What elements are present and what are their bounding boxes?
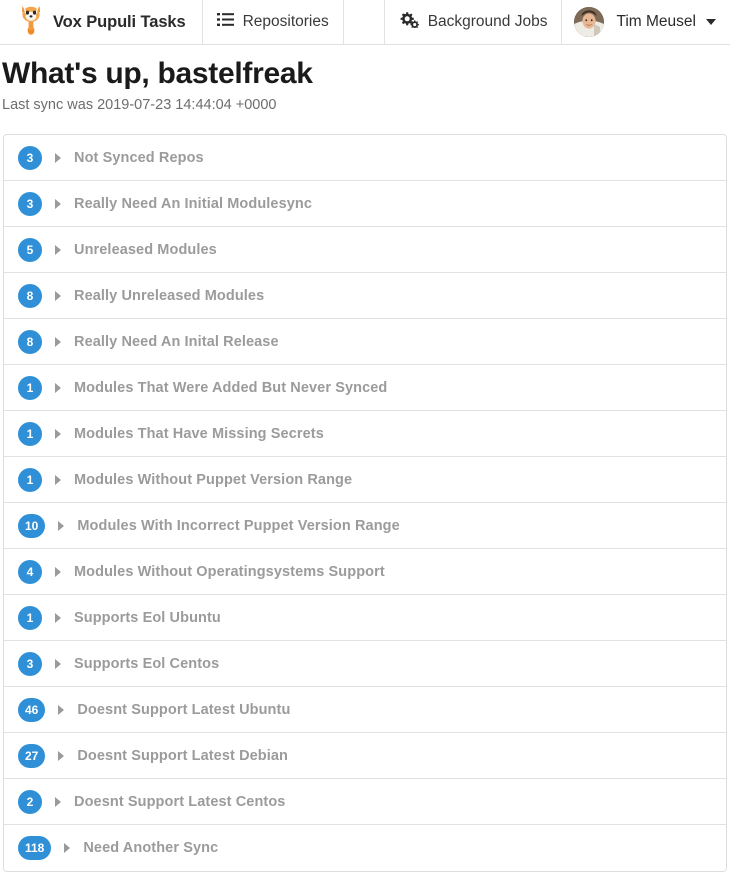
task-label: Modules That Have Missing Secrets (74, 425, 324, 442)
caret-right-icon[interactable] (55, 658, 61, 669)
page-header: What's up, bastelfreak Last sync was 201… (0, 45, 730, 115)
task-label: Really Unreleased Modules (74, 287, 265, 304)
navbar-spacer (344, 0, 385, 44)
count-badge: 27 (18, 743, 46, 768)
task-label: Doesnt Support Latest Ubuntu (77, 701, 291, 718)
task-list: 3 Not Synced Repos 3 Really Need An Initial… (3, 134, 727, 872)
task-row[interactable]: 1 Modules That Have Missing Secrets (4, 411, 726, 457)
task-row[interactable]: 2 Doesnt Support Latest Centos (4, 779, 726, 825)
task-row[interactable]: 3 Not Synced Repos (4, 135, 726, 181)
user-name-label: Tim Meusel (616, 13, 696, 30)
count-badge: 8 (18, 283, 42, 308)
top-navbar: Vox Pupuli Tasks Repositories Background… (0, 0, 730, 45)
task-row[interactable]: 118 Need Another Sync (4, 825, 726, 871)
count-badge: 4 (18, 559, 42, 584)
task-row[interactable]: 8 Really Unreleased Modules (4, 273, 726, 319)
caret-right-icon[interactable] (55, 566, 61, 577)
caret-right-icon[interactable] (55, 336, 61, 347)
nav-item-repositories-label: Repositories (242, 13, 329, 30)
count-badge: 8 (18, 329, 42, 354)
page-title: What's up, bastelfreak (2, 57, 313, 90)
caret-right-icon[interactable] (55, 796, 61, 807)
task-label: Supports Eol Ubuntu (74, 609, 221, 626)
task-row[interactable]: 3 Really Need An Initial Modulesync (4, 181, 726, 227)
list-icon (216, 12, 234, 32)
task-row[interactable]: 10 Modules With Incorrect Puppet Version … (4, 503, 726, 549)
brand-label: Vox Pupuli Tasks (53, 12, 186, 31)
cogs-icon (399, 11, 419, 33)
count-badge: 1 (18, 375, 42, 400)
count-badge: 10 (18, 513, 46, 538)
caret-right-icon[interactable] (64, 843, 71, 853)
count-badge: 2 (18, 789, 42, 814)
task-row[interactable]: 5 Unreleased Modules (4, 227, 726, 273)
count-badge: 1 (18, 605, 42, 630)
task-row[interactable]: 8 Really Need An Inital Release (4, 319, 726, 365)
task-label: Doesnt Support Latest Centos (74, 793, 286, 810)
task-label: Need Another Sync (83, 840, 219, 856)
task-label: Not Synced Repos (74, 149, 204, 166)
user-menu[interactable]: Tim Meusel (562, 0, 730, 44)
count-badge: 5 (18, 237, 42, 262)
task-row[interactable]: 4 Modules Without Operatingsystems Suppor… (4, 549, 726, 595)
task-label: Supports Eol Centos (74, 655, 220, 672)
task-label: Modules With Incorrect Puppet Version Ra… (77, 517, 400, 534)
brand-link[interactable]: Vox Pupuli Tasks (0, 0, 203, 44)
caret-right-icon[interactable] (55, 382, 61, 393)
task-label: Modules Without Puppet Version Range (74, 471, 353, 488)
count-badge: 1 (18, 421, 42, 446)
task-label: Modules Without Operatingsystems Support (74, 563, 385, 580)
count-badge: 1 (18, 467, 42, 492)
task-row[interactable]: 1 Modules That Were Added But Never Synce… (4, 365, 726, 411)
nav-item-background-jobs[interactable]: Background Jobs (385, 0, 563, 44)
task-row[interactable]: 3 Supports Eol Centos (4, 641, 726, 687)
chevron-down-icon (706, 19, 716, 25)
caret-right-icon[interactable] (58, 520, 65, 531)
task-label: Modules That Were Added But Never Synced (74, 379, 388, 396)
count-badge: 46 (18, 697, 46, 722)
caret-right-icon[interactable] (55, 244, 61, 255)
task-row[interactable]: 1 Modules Without Puppet Version Range (4, 457, 726, 503)
caret-right-icon[interactable] (55, 474, 61, 485)
caret-right-icon[interactable] (55, 198, 61, 209)
count-badge: 118 (18, 836, 52, 860)
caret-right-icon[interactable] (55, 152, 61, 163)
task-row[interactable]: 1 Supports Eol Ubuntu (4, 595, 726, 641)
caret-right-icon[interactable] (58, 704, 65, 715)
last-sync-text: Last sync was 2019-07-23 14:44:04 +0000 (2, 97, 277, 113)
task-label: Really Need An Initial Modulesync (74, 195, 313, 212)
task-label: Really Need An Inital Release (74, 333, 279, 350)
fox-logo-icon (20, 5, 42, 40)
caret-right-icon[interactable] (55, 612, 61, 623)
nav-item-repositories[interactable]: Repositories (203, 0, 344, 44)
count-badge: 3 (18, 191, 42, 216)
caret-right-icon[interactable] (58, 750, 65, 761)
task-label: Unreleased Modules (74, 241, 217, 258)
count-badge: 3 (18, 651, 42, 676)
task-row[interactable]: 46 Doesnt Support Latest Ubuntu (4, 687, 726, 733)
caret-right-icon[interactable] (55, 290, 61, 301)
avatar (574, 7, 605, 37)
nav-item-background-jobs-label: Background Jobs (427, 13, 548, 30)
caret-right-icon[interactable] (55, 428, 61, 439)
task-label: Doesnt Support Latest Debian (77, 747, 289, 764)
task-row[interactable]: 27 Doesnt Support Latest Debian (4, 733, 726, 779)
count-badge: 3 (18, 145, 42, 170)
